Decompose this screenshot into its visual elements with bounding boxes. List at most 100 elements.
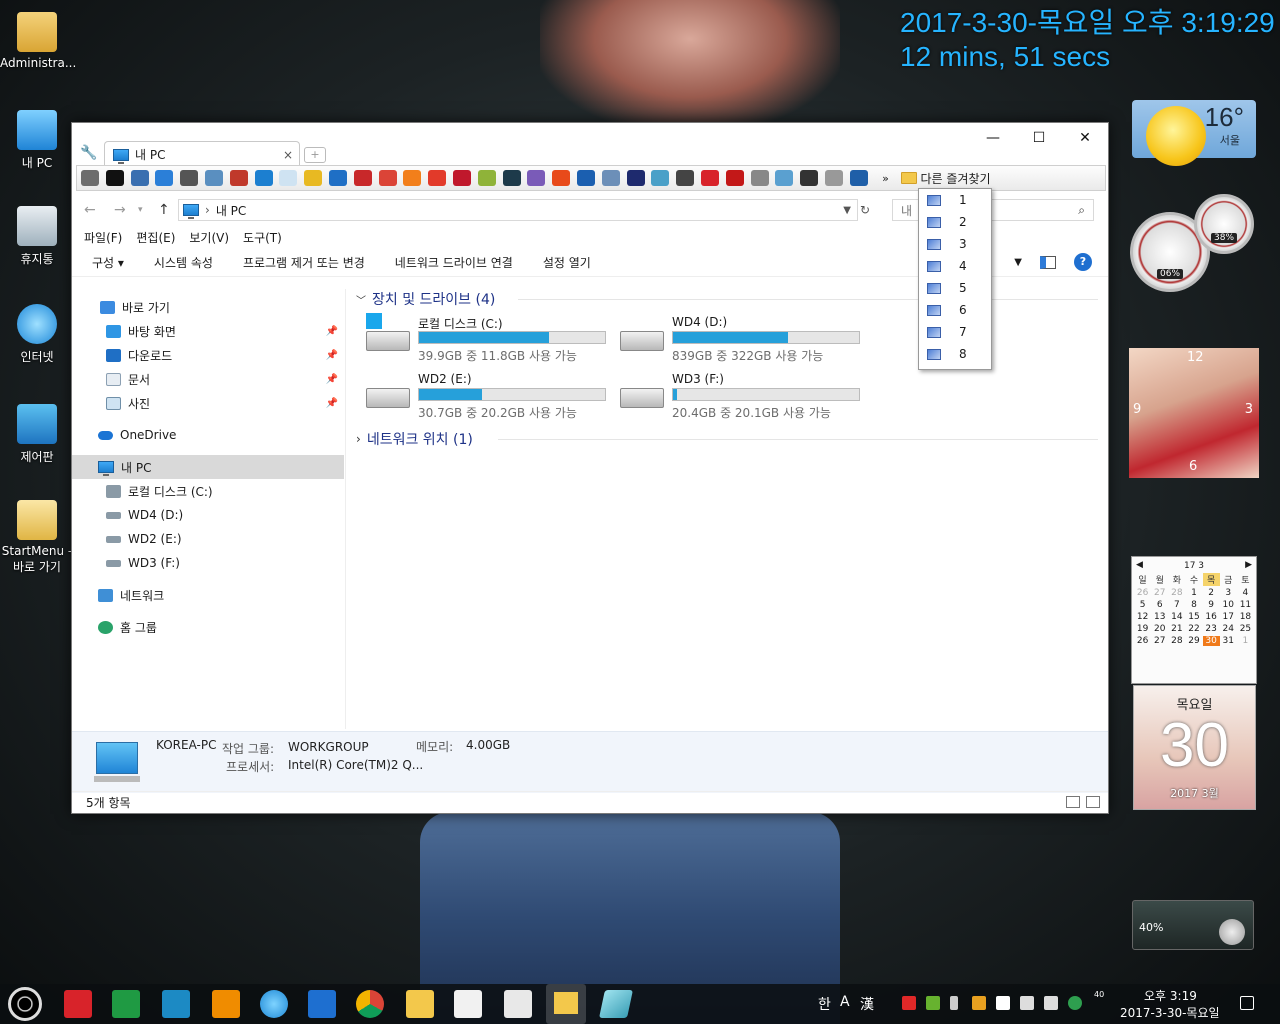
audition-icon[interactable] [502,170,521,186]
nav-homegroup[interactable]: 홈 그룹 [72,615,344,639]
tab-this-pc[interactable]: 내 PC × [104,141,300,167]
calendar-day[interactable]: 24 [1220,624,1237,634]
calendar-day[interactable]: 30 [1202,636,1220,646]
refresh-icon[interactable]: ↻ [860,203,870,217]
drive-tile-e[interactable]: WD2 (E:) 30.7GB 중 20.2GB 사용 가능 [366,372,616,420]
download-icon[interactable] [725,170,744,186]
collapse-chevron-icon[interactable]: ﹀ [356,292,366,307]
other-favorites-button[interactable]: 다른 즐겨찾기 [900,170,991,187]
calendar-day[interactable]: 18 [1237,612,1254,622]
dropdown-item[interactable]: 6 [919,299,991,321]
calendar-day[interactable]: 28 [1168,636,1185,646]
box-icon[interactable] [601,170,620,186]
update-icon[interactable] [254,170,273,186]
desktop-icon-internet[interactable]: 인터넷 [0,304,74,365]
shield-icon[interactable] [996,996,1010,1010]
open-settings-button[interactable]: 설정 열기 [543,254,591,271]
cpu-meter-gadget[interactable]: 06% 38% [1130,190,1260,292]
network-icon[interactable] [1020,996,1034,1010]
uninstall-program-button[interactable]: 프로그램 제거 또는 변경 [243,254,365,271]
moon-icon[interactable] [576,170,595,186]
calendar-day[interactable]: 14 [1168,612,1185,622]
browser-icon[interactable] [527,170,546,186]
chrome-icon[interactable] [356,990,384,1018]
nav-this-pc[interactable]: 내 PC [72,455,344,479]
file-explorer-icon[interactable] [406,990,434,1018]
pin-icon[interactable]: 📌 [326,374,338,385]
new-tab-button[interactable]: + [304,147,326,163]
calendar-gadget[interactable]: ◀ 17 3 ▶ 일 월 화 수 목 금 토 26 27 28 1 2 3 4 5 6 7 8 9 10 11 12 13 1… [1131,556,1257,684]
recent-chevron-icon[interactable]: ▾ [138,205,143,215]
pin-icon[interactable]: 📌 [326,326,338,337]
calendar-day[interactable]: 27 [1151,588,1168,598]
pin-icon[interactable]: 📌 [326,350,338,361]
nav-pictures[interactable]: 사진 📌 [72,391,344,415]
dropdown-item[interactable]: 8 [919,343,991,365]
calendar-day[interactable]: 19 [1134,624,1151,634]
eraser-app-icon[interactable] [599,990,633,1018]
calendar-day[interactable]: 7 [1168,600,1185,610]
dropdown-item[interactable]: 4 [919,255,991,277]
dropdown-item[interactable]: 2 [919,211,991,233]
tray-app-icon[interactable] [902,996,916,1010]
power-app-icon[interactable] [212,990,240,1018]
logoff-app-icon[interactable] [162,990,190,1018]
cube-icon[interactable] [800,170,819,186]
calendar-day[interactable]: 3 [1220,588,1237,598]
calendar-prev-button[interactable]: ◀ [1136,560,1143,570]
network-icon[interactable] [204,170,223,186]
system-properties-button[interactable]: 시스템 속성 [154,254,213,271]
nav-downloads[interactable]: 다운로드 📌 [72,343,344,367]
group-devices-drives[interactable]: ﹀ 장치 및 드라이브 (4) [356,289,495,309]
action-center-icon[interactable] [1240,996,1254,1010]
calendar-day[interactable]: 5 [1134,600,1151,610]
notes-icon[interactable] [304,170,323,186]
menu-file[interactable]: 파일(F) [84,229,122,247]
settings-icon[interactable] [155,170,174,186]
nav-quick-access[interactable]: 바로 가기 [72,295,344,319]
nav-onedrive[interactable]: OneDrive [72,423,344,447]
view-options-chevron-icon[interactable]: ▼ [1014,257,1022,268]
start-button[interactable] [8,987,42,1021]
live-icon[interactable] [626,170,645,186]
search-icon[interactable]: ⌕ [1078,203,1085,218]
menu-tools[interactable]: 도구(T) [243,229,282,247]
palette-icon[interactable] [775,170,794,186]
calendar-day[interactable]: 11 [1237,600,1254,610]
shutdown-app-icon[interactable] [64,990,92,1018]
preview-pane-icon[interactable] [1040,255,1056,269]
edge-browser-icon[interactable] [308,990,336,1018]
address-path[interactable]: 내 PC [216,202,246,219]
nav-network[interactable]: 네트워크 [72,583,344,607]
chevron-down-icon[interactable]: ▼ [843,205,851,216]
speaker-icon[interactable] [1044,996,1058,1010]
calendar-day[interactable]: 1 [1185,588,1202,598]
calendar-day[interactable]: 17 [1220,612,1237,622]
apps-icon[interactable] [328,170,347,186]
desktop-icon-recycle-bin[interactable]: 휴지통 [0,206,74,267]
store-icon[interactable] [454,990,482,1018]
dropdown-item[interactable]: 1 [919,189,991,211]
calendar-day[interactable]: 8 [1185,600,1202,610]
calendar-day[interactable]: 1 [1237,636,1254,646]
menu-edit[interactable]: 편집(E) [136,229,175,247]
group-network-locations[interactable]: › 네트워크 위치 (1) [356,429,473,449]
nav-drive-f[interactable]: WD3 (F:) [72,551,344,575]
recycle-icon[interactable] [750,170,769,186]
drive-tile-c[interactable]: 로컬 디스크 (C:) 39.9GB 중 11.8GB 사용 가능 [366,313,616,363]
tab-close-button[interactable]: × [283,148,293,162]
calendar-day[interactable]: 6 [1151,600,1168,610]
calculator-icon[interactable] [81,170,99,186]
calendar-day[interactable]: 22 [1185,624,1202,634]
calendar-day[interactable]: 26 [1134,588,1151,598]
bar-icon[interactable] [676,170,695,186]
nav-documents[interactable]: 문서 📌 [72,367,344,391]
desktop-icon-control-panel[interactable]: 제어판 [0,404,74,465]
calendar-day[interactable]: 15 [1185,612,1202,622]
desktop-icon-startmenu[interactable]: StartMenu - 바로 가기 [0,500,74,575]
nav-drive-d[interactable]: WD4 (D:) [72,503,344,527]
desktop-icon-administrator[interactable]: Administra... [0,12,76,70]
nav-drive-e[interactable]: WD2 (E:) [72,527,344,551]
drive-tile-d[interactable]: WD4 (D:) 839GB 중 322GB 사용 가능 [620,315,870,363]
volume-knob[interactable] [1219,919,1245,945]
